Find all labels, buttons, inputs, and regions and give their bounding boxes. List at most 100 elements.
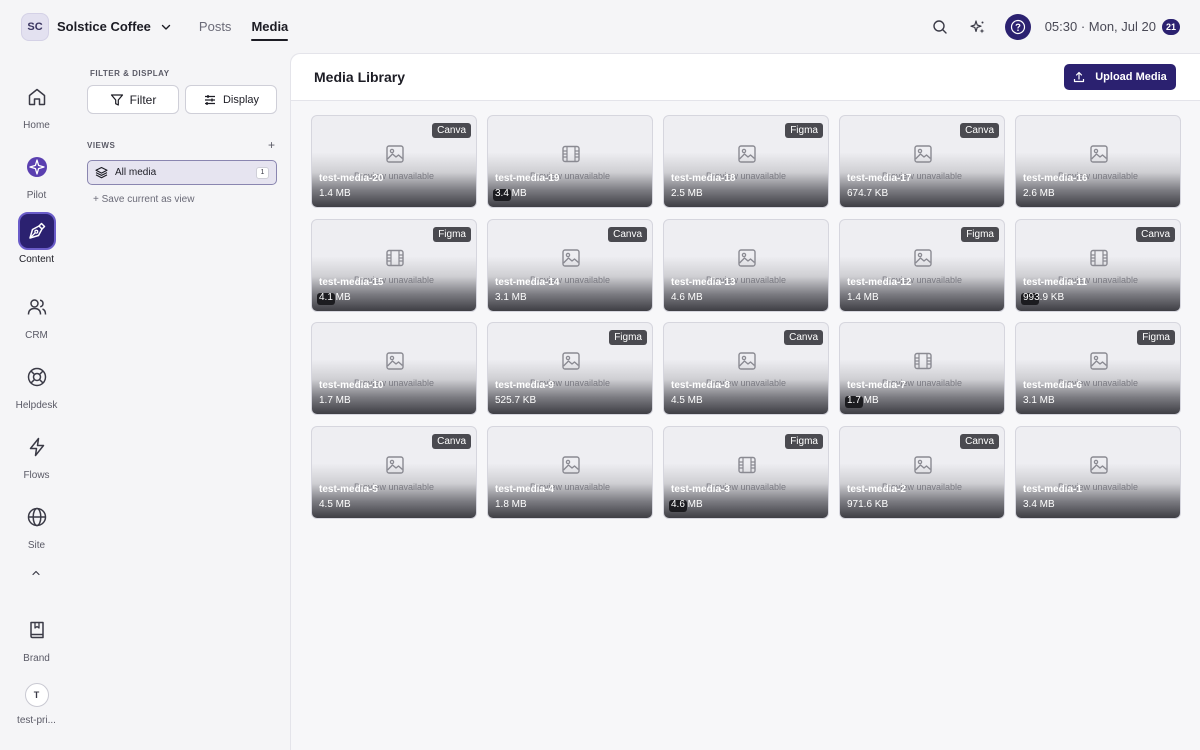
- search-icon[interactable]: [929, 16, 951, 38]
- view-count: 1: [256, 166, 269, 179]
- pen-nib-icon: [17, 212, 56, 250]
- media-size: 4.5 MB: [319, 499, 351, 510]
- user-avatar: T: [24, 683, 49, 707]
- media-size: 1.8 MB: [495, 499, 527, 510]
- top-bar: SC Solstice Coffee Posts Media 05:30 · M…: [0, 0, 1200, 53]
- media-name: test-media-12: [847, 277, 912, 288]
- media-size: 4.1 MB: [319, 292, 351, 303]
- image-icon: [1088, 454, 1110, 476]
- media-size: 674.7 KB: [847, 188, 889, 199]
- media-card[interactable]: Preview unavailable Figma test-media-6 3.1 …: [1015, 322, 1181, 415]
- media-card[interactable]: Preview unavailable Canva test-media-20 1.4…: [311, 115, 477, 208]
- top-right-controls: 05:30 · Mon, Jul 20 21: [913, 0, 1180, 53]
- rail-label-site: Site: [27, 540, 46, 551]
- rail-item-brand[interactable]: Brand: [0, 611, 73, 664]
- clock-text: 05:30 · Mon, Jul 20: [1044, 19, 1156, 34]
- media-card[interactable]: Preview unavailable Canva test-media-17 674…: [839, 115, 1005, 208]
- media-size: 1.7 MB: [847, 395, 879, 406]
- views-header: VIEWS +: [87, 138, 277, 152]
- add-view-button[interactable]: +: [268, 138, 275, 152]
- media-card[interactable]: Preview unavailable test-media-19 3.4 MB: [487, 115, 653, 208]
- media-card[interactable]: Preview unavailable Figma test-media-12 1.4…: [839, 219, 1005, 312]
- notification-badge[interactable]: 21: [1161, 18, 1180, 35]
- rail-item-crm[interactable]: CRM: [0, 288, 73, 341]
- filter-button[interactable]: Filter: [87, 85, 179, 114]
- workspace-switcher[interactable]: SC Solstice Coffee: [21, 12, 173, 41]
- left-rail: Home Pilot Content CRM Helpdesk Flows Si…: [0, 53, 73, 750]
- media-card[interactable]: Preview unavailable test-media-13 4.6 MB: [663, 219, 829, 312]
- sliders-icon: [204, 94, 215, 105]
- media-card[interactable]: Preview unavailable Canva test-media-14 3.1…: [487, 219, 653, 312]
- media-card[interactable]: Preview unavailable Figma test-media-3 4.6 …: [663, 426, 829, 519]
- rail-item-content[interactable]: Content: [0, 212, 73, 265]
- media-card[interactable]: Preview unavailable test-media-1 3.4 MB: [1015, 426, 1181, 519]
- nav-posts[interactable]: Posts: [199, 15, 232, 38]
- view-label: All media: [115, 167, 157, 178]
- save-view-link[interactable]: + Save current as view: [93, 194, 277, 205]
- media-size: 3.4 MB: [1023, 499, 1055, 510]
- image-icon: [736, 350, 758, 372]
- media-name: test-media-18: [671, 173, 736, 184]
- sparkles-icon[interactable]: [967, 16, 989, 38]
- media-card[interactable]: Preview unavailable test-media-7 1.7 MB: [839, 322, 1005, 415]
- media-card[interactable]: Preview unavailable Figma test-media-9 525.…: [487, 322, 653, 415]
- rail-item-site[interactable]: Site: [0, 498, 73, 551]
- media-card[interactable]: Preview unavailable test-media-10 1.7 MB: [311, 322, 477, 415]
- film-icon: [1088, 247, 1110, 269]
- lightning-icon: [18, 428, 56, 466]
- filter-label: Filter: [129, 92, 157, 107]
- source-tag: Figma: [785, 123, 823, 138]
- media-name: test-media-10: [319, 380, 384, 391]
- display-button[interactable]: Display: [185, 85, 277, 114]
- media-name: test-media-13: [671, 277, 736, 288]
- view-item-all-media[interactable]: All media 1: [87, 160, 277, 185]
- media-size: 993.9 KB: [1023, 292, 1065, 303]
- media-name: test-media-16: [1023, 173, 1088, 184]
- media-card[interactable]: Preview unavailable Figma test-media-18 2.5…: [663, 115, 829, 208]
- rail-item-flows[interactable]: Flows: [0, 428, 73, 481]
- media-size: 3.1 MB: [495, 292, 527, 303]
- filter-icon: [110, 93, 123, 106]
- chevron-up-icon[interactable]: [28, 565, 44, 581]
- workspace-avatar: SC: [21, 12, 49, 41]
- rail-label-content: Content: [18, 254, 55, 265]
- source-tag: Canva: [608, 227, 647, 242]
- source-tag: Figma: [785, 434, 823, 449]
- source-tag: Canva: [784, 330, 823, 345]
- lifebuoy-icon: [18, 358, 56, 396]
- media-card[interactable]: Preview unavailable Canva test-media-8 4.5 …: [663, 322, 829, 415]
- media-card[interactable]: Preview unavailable test-media-16 2.6 MB: [1015, 115, 1181, 208]
- media-card[interactable]: Preview unavailable test-media-4 1.8 MB: [487, 426, 653, 519]
- media-card[interactable]: Preview unavailable Canva test-media-5 4.5 …: [311, 426, 477, 519]
- pilot-icon: [18, 148, 56, 186]
- media-size: 2.5 MB: [671, 188, 703, 199]
- media-name: test-media-5: [319, 484, 378, 495]
- media-name: test-media-2: [847, 484, 906, 495]
- rail-item-pilot[interactable]: Pilot: [0, 148, 73, 201]
- media-card[interactable]: Preview unavailable Figma test-media-15 4.1…: [311, 219, 477, 312]
- image-icon: [560, 247, 582, 269]
- help-button[interactable]: [1004, 13, 1031, 40]
- media-size: 1.4 MB: [319, 188, 351, 199]
- source-tag: Canva: [1136, 227, 1175, 242]
- image-icon: [912, 454, 934, 476]
- nav-media[interactable]: Media: [251, 15, 288, 41]
- image-icon: [384, 454, 406, 476]
- media-card[interactable]: Preview unavailable Canva test-media-2 971.…: [839, 426, 1005, 519]
- upload-media-button[interactable]: Upload Media: [1064, 64, 1176, 90]
- rail-label-brand: Brand: [23, 653, 50, 664]
- rail-item-helpdesk[interactable]: Helpdesk: [0, 358, 73, 411]
- help-icon: [1010, 19, 1025, 34]
- rail-item-user[interactable]: T test-pri...: [0, 683, 73, 726]
- media-name: test-media-20: [319, 173, 384, 184]
- media-name: test-media-19: [495, 173, 560, 184]
- main-area: Media Library Upload Media Preview unava…: [290, 53, 1200, 750]
- media-card[interactable]: Preview unavailable Canva test-media-11 993…: [1015, 219, 1181, 312]
- media-name: test-media-11: [1023, 277, 1087, 288]
- rail-item-home[interactable]: Home: [0, 78, 73, 131]
- image-icon: [384, 350, 406, 372]
- media-size: 1.7 MB: [319, 395, 351, 406]
- media-name: test-media-17: [847, 173, 912, 184]
- image-icon: [736, 143, 758, 165]
- book-icon: [18, 611, 56, 649]
